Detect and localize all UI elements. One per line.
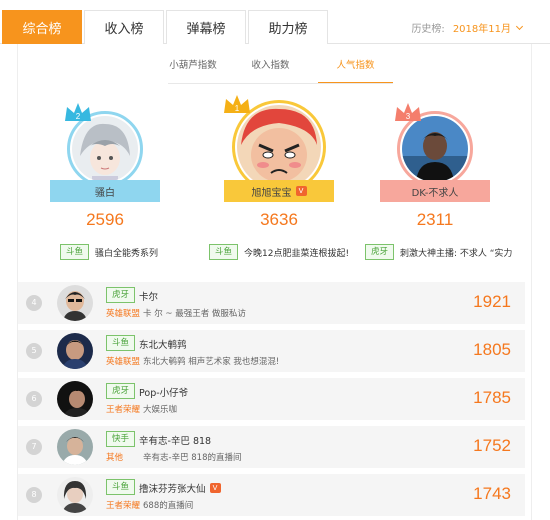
- streamer-name: DK-不求人: [411, 187, 459, 199]
- subtab-popularity-index[interactable]: 人气指数: [318, 58, 393, 84]
- history-selector[interactable]: 历史榜: 2018年11月: [411, 20, 524, 35]
- chevron-down-icon: [515, 22, 524, 30]
- streamer-name-text: 卡尔: [139, 292, 159, 303]
- avatar: [57, 477, 93, 513]
- stream-title: 东北大鹌鹑 相声艺术家 我也想混混!: [143, 357, 280, 367]
- avatar: [57, 333, 93, 369]
- popularity-score: 3636: [260, 210, 298, 229]
- popularity-score: 1805: [473, 340, 511, 359]
- name-ribbon: 骚白: [50, 180, 160, 202]
- stream-title: 大娱乐咖: [143, 405, 178, 415]
- rank-number: 8: [26, 487, 42, 503]
- verified-badge: V: [295, 186, 307, 196]
- index-subtabs: 小葫芦指数 收入指数 人气指数: [18, 58, 533, 84]
- avatar: [237, 105, 321, 189]
- streamer-name-text: 撸沫芬芳张大仙: [139, 484, 206, 495]
- subtab-hulu-index[interactable]: 小葫芦指数: [163, 58, 223, 84]
- tab-danmaku[interactable]: 弹幕榜: [166, 10, 246, 44]
- history-value: 2018年11月: [452, 24, 511, 35]
- game-category: 其他: [106, 453, 124, 463]
- platform-badge: 斗鱼: [209, 244, 239, 260]
- stream-title: 688的直播间: [143, 501, 194, 511]
- platform-badge: 斗鱼: [60, 244, 90, 260]
- stream-title: 骚白全能秀系列: [95, 248, 159, 259]
- platform-badge: 虎牙: [365, 244, 395, 260]
- streamer-name[interactable]: 撸沫芬芳张大仙 V: [139, 481, 221, 495]
- streamer-name: 旭旭宝宝: [251, 187, 292, 199]
- avatar: [57, 285, 93, 321]
- avatar: [57, 381, 93, 417]
- name-ribbon: 旭旭宝宝 V: [224, 180, 334, 202]
- streamer-name: 骚白: [95, 187, 115, 199]
- avatar: [72, 116, 138, 182]
- verified-badge: V: [209, 483, 221, 493]
- stream-info: 虎牙 刺激大神主播: 不求人 “实力: [365, 244, 525, 260]
- podium-rank-2[interactable]: 2 骚白 2596 斗鱼 骚白全能秀系列: [35, 97, 175, 267]
- stream-info: 斗鱼 今晚12点肥韭菜连根拔起!: [209, 244, 349, 260]
- svg-text:2: 2: [76, 112, 81, 121]
- popularity-score: 1785: [473, 388, 511, 407]
- platform-badge: 快手: [106, 431, 136, 447]
- stream-title: 辛有志-辛巴 818的直播间: [143, 453, 242, 463]
- subtab-divider: [168, 83, 393, 84]
- game-category: 王者荣耀: [106, 405, 141, 415]
- crown-icon: 2: [65, 103, 91, 121]
- streamer-name[interactable]: 辛有志-辛巴 818: [139, 433, 211, 447]
- popularity-score: 1752: [473, 436, 511, 455]
- rank-number: 7: [26, 439, 42, 455]
- platform-badge: 斗鱼: [106, 479, 136, 495]
- rank-number: 4: [26, 295, 42, 311]
- streamer-name[interactable]: 卡尔: [139, 289, 158, 303]
- rank-number: 6: [26, 391, 42, 407]
- history-dropdown[interactable]: 2018年11月: [452, 20, 524, 35]
- ranking-row[interactable]: 6 虎牙 Pop-小仔爷 王者荣耀 大娱乐咖 1785: [18, 378, 525, 420]
- popularity-score: 1743: [473, 484, 511, 503]
- stream-title: 今晚12点肥韭菜连根拔起!: [244, 248, 350, 259]
- game-category: 王者荣耀: [106, 501, 141, 511]
- svg-text:1: 1: [235, 104, 240, 113]
- tab-income[interactable]: 收入榜: [84, 10, 164, 44]
- game-category: 英雄联盟: [106, 309, 141, 319]
- podium-rank-3[interactable]: 3 DK-不求人 2311 虎牙 刺激大神主播: 不求人 “实力: [365, 97, 512, 267]
- ranking-row[interactable]: 8 斗鱼 撸沫芬芳张大仙 V 王者荣耀 688的直播间 1743: [18, 474, 525, 516]
- popularity-score: 1921: [473, 292, 511, 311]
- crown-icon: 3: [395, 103, 421, 121]
- streamer-name[interactable]: Pop-小仔爷: [139, 385, 188, 399]
- platform-badge: 虎牙: [106, 383, 136, 399]
- ranking-row[interactable]: 7 快手 辛有志-辛巴 818 其他 辛有志-辛巴 818的直播间 1752: [18, 426, 525, 468]
- ranking-card: 小葫芦指数 收入指数 人气指数 2 骚白 2596 斗鱼 骚白全能秀系列 1 旭旭…: [17, 44, 532, 520]
- svg-text:3: 3: [406, 112, 411, 121]
- game-category: 英雄联盟: [106, 357, 141, 367]
- streamer-name-text: 辛有志-辛巴 818: [139, 436, 212, 447]
- platform-badge: 斗鱼: [106, 335, 136, 351]
- tab-overall[interactable]: 综合榜: [2, 10, 82, 44]
- podium-rank-1[interactable]: 1 旭旭宝宝 V 3636 斗鱼 今晚12点肥韭菜连根拔起!: [209, 95, 349, 267]
- crown-icon: 1: [224, 95, 250, 113]
- streamer-name[interactable]: 东北大鹌鹑: [139, 337, 187, 351]
- rank-number: 5: [26, 343, 42, 359]
- streamer-name-text: Pop-小仔爷: [139, 388, 189, 399]
- name-ribbon: DK-不求人: [380, 180, 490, 202]
- history-label: 历史榜:: [411, 24, 445, 35]
- avatar: [402, 116, 468, 182]
- popularity-score: 2596: [86, 210, 124, 229]
- platform-badge: 虎牙: [106, 287, 136, 303]
- ranking-tab-bar: 综合榜 收入榜 弹幕榜 助力榜 历史榜: 2018年11月: [0, 0, 550, 44]
- stream-title: 刺激大神主播: 不求人 “实力: [400, 248, 513, 259]
- popularity-score: 2311: [416, 210, 454, 229]
- streamer-name-text: 东北大鹌鹑: [139, 340, 187, 351]
- ranking-row[interactable]: 5 斗鱼 东北大鹌鹑 英雄联盟 东北大鹌鹑 相声艺术家 我也想混混! 1805: [18, 330, 525, 372]
- stream-info: 斗鱼 骚白全能秀系列: [60, 244, 158, 260]
- tab-support[interactable]: 助力榜: [248, 10, 328, 44]
- stream-title: 卡 尔 ~ 最强王者 做服私访: [143, 309, 246, 319]
- subtab-income-index[interactable]: 收入指数: [243, 58, 298, 84]
- ranking-row[interactable]: 4 虎牙 卡尔 英雄联盟 卡 尔 ~ 最强王者 做服私访 1921: [18, 282, 525, 324]
- avatar: [57, 429, 93, 465]
